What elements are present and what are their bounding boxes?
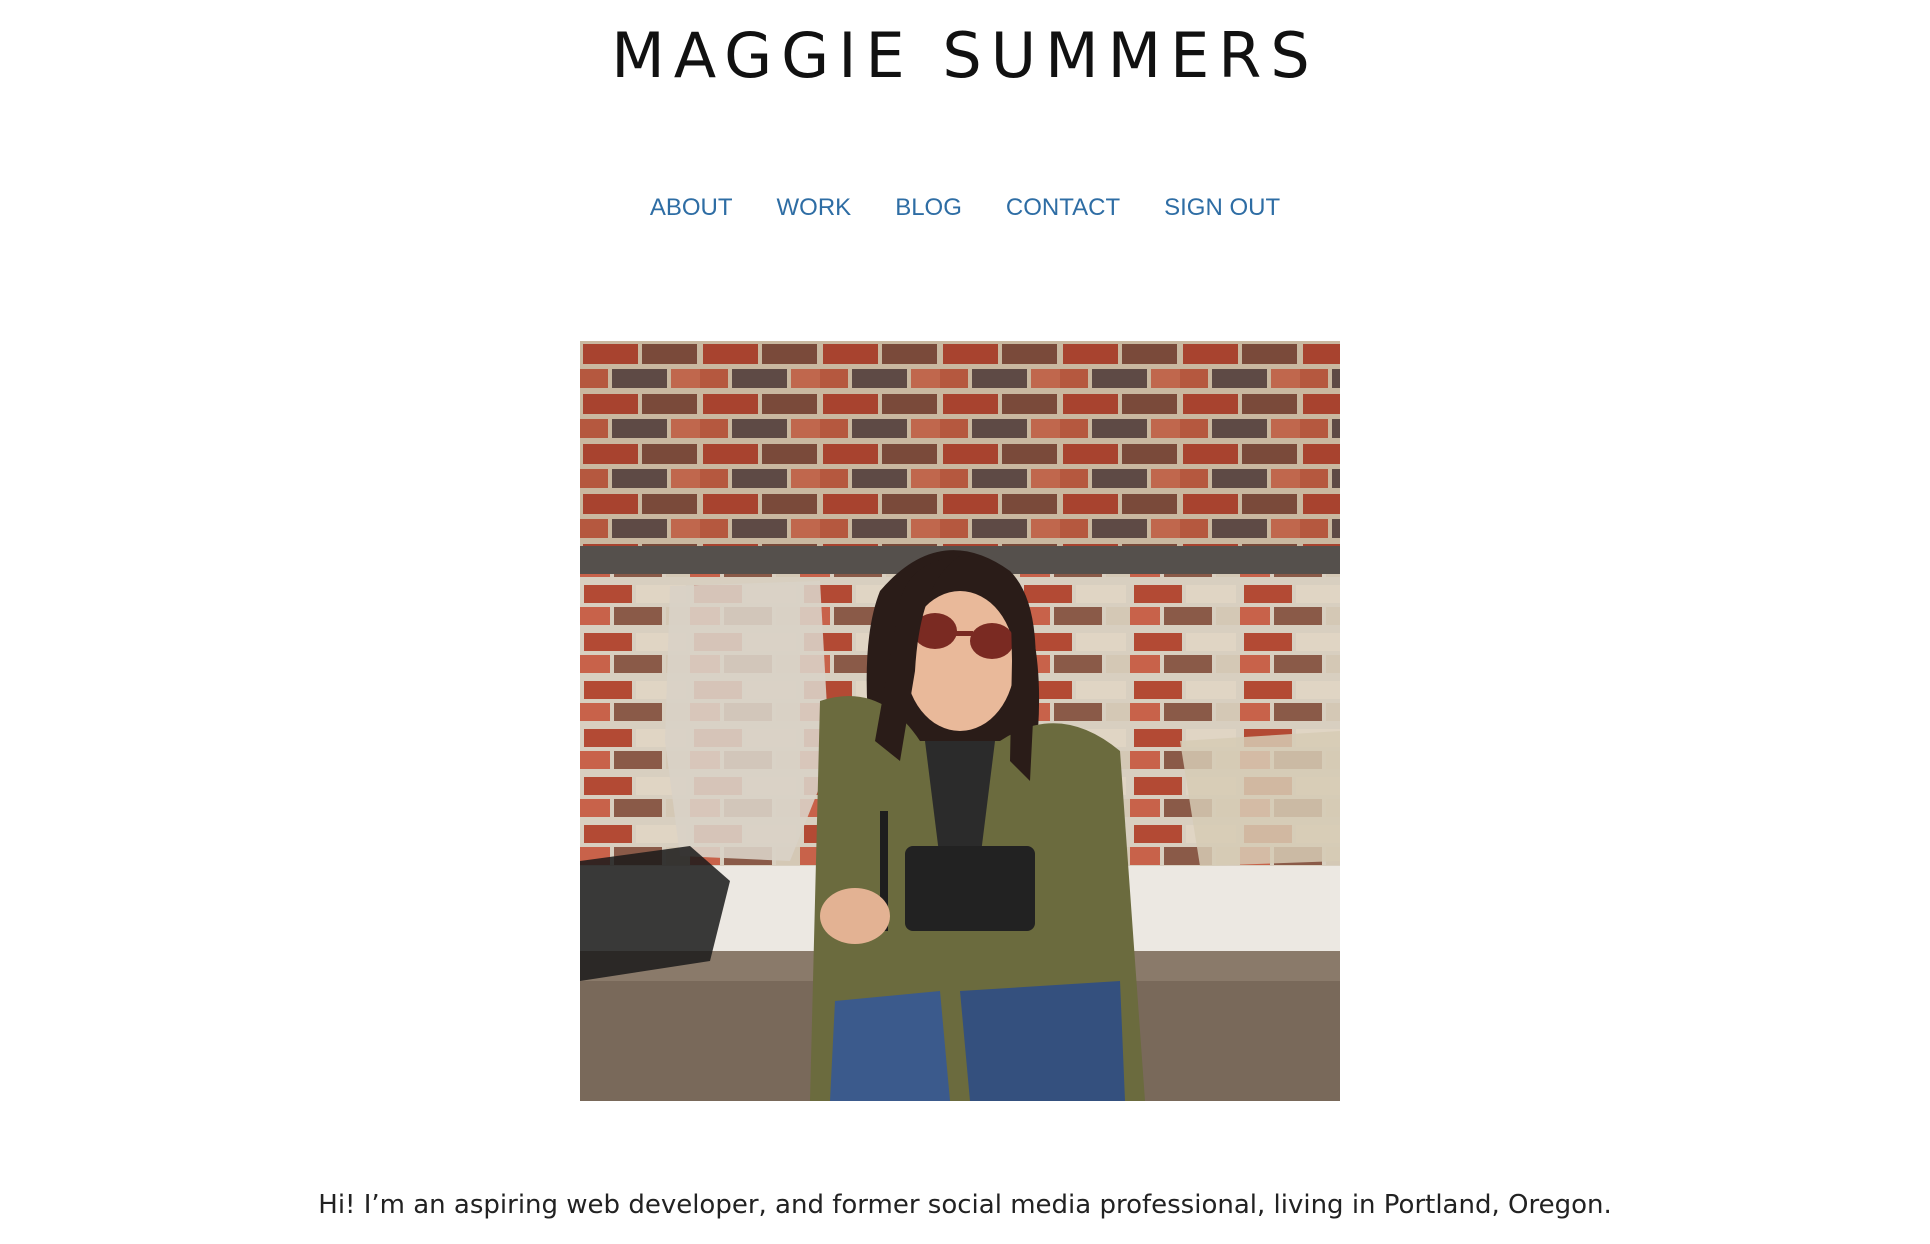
nav-link-about[interactable]: ABOUT [650, 193, 733, 223]
nav-link-contact[interactable]: CONTACT [1006, 193, 1120, 223]
nav-link-blog[interactable]: BLOG [895, 193, 962, 223]
page: MAGGIE SUMMERS ABOUT WORK BLOG CONTACT S… [0, 0, 1930, 1244]
nav-link-sign-out[interactable]: SIGN OUT [1164, 193, 1280, 223]
site-title[interactable]: MAGGIE SUMMERS [0, 18, 1930, 94]
nav-link-work[interactable]: WORK [777, 193, 852, 223]
profile-photo [580, 341, 1340, 1101]
intro-text: Hi! I’m an aspiring web developer, and f… [318, 1190, 1612, 1220]
main-nav: ABOUT WORK BLOG CONTACT SIGN OUT [0, 193, 1930, 223]
